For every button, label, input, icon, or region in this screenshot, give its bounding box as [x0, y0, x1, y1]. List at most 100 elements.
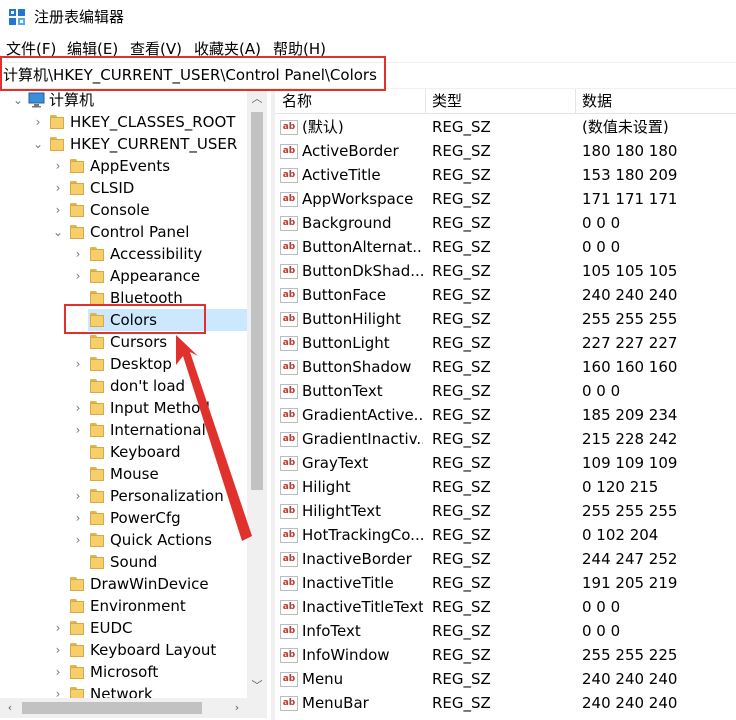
column-header-type[interactable]: 类型 [432, 89, 462, 113]
chevron-right-icon[interactable] [72, 375, 84, 397]
tree-item[interactable]: › International [0, 419, 247, 441]
tree-item[interactable]: › Desktop [0, 353, 247, 375]
chevron-right-icon[interactable]: › [72, 243, 84, 265]
value-data: 0 102 204 [582, 526, 659, 544]
value-row[interactable]: ab ButtonHilight REG_SZ 255 255 255 [275, 307, 736, 331]
value-row[interactable]: ab ButtonDkShad... REG_SZ 105 105 105 [275, 259, 736, 283]
value-data: 191 205 219 [582, 574, 678, 592]
chevron-right-icon[interactable]: › [72, 507, 84, 529]
value-row[interactable]: ab Hilight REG_SZ 0 120 215 [275, 475, 736, 499]
tree-scroll-thumb[interactable] [251, 112, 263, 490]
chevron-right-icon[interactable]: › [32, 111, 44, 133]
tree-item[interactable]: › EUDC [0, 617, 247, 639]
chevron-right-icon[interactable]: › [72, 529, 84, 551]
values-list-pane[interactable]: 名称 类型 数据 ab (默认) REG_SZ (数值未设置) ab ActiveBord… [275, 89, 736, 720]
value-row[interactable]: ab HotTrackingCo... REG_SZ 0 102 204 [275, 523, 736, 547]
string-value-icon: ab [280, 600, 298, 615]
tree-item[interactable]: › PowerCfg [0, 507, 247, 529]
chevron-right-icon[interactable]: › [52, 177, 64, 199]
tree-item[interactable]: ⌄ HKEY_CURRENT_USER [0, 133, 247, 155]
column-divider[interactable] [425, 89, 426, 113]
tree-item[interactable]: › Appearance [0, 265, 247, 287]
column-divider[interactable] [575, 89, 576, 113]
value-row[interactable]: ab MenuBar REG_SZ 240 240 240 [275, 691, 736, 715]
chevron-right-icon[interactable]: › [52, 199, 64, 221]
value-row[interactable]: ab (默认) REG_SZ (数值未设置) [275, 115, 736, 139]
chevron-right-icon[interactable] [52, 595, 64, 617]
tree-item[interactable]: › Keyboard Layout [0, 639, 247, 661]
chevron-right-icon[interactable] [72, 331, 84, 353]
chevron-down-icon[interactable]: ⌄ [52, 221, 64, 243]
chevron-right-icon[interactable]: › [72, 397, 84, 419]
tree-item[interactable]: ⌄ Control Panel [0, 221, 247, 243]
tree-item[interactable]: › Accessibility [0, 243, 247, 265]
folder-icon [70, 159, 84, 173]
value-row[interactable]: ab AppWorkspace REG_SZ 171 171 171 [275, 187, 736, 211]
chevron-right-icon[interactable] [72, 551, 84, 573]
value-row[interactable]: ab InactiveBorder REG_SZ 244 247 252 [275, 547, 736, 571]
column-header-data[interactable]: 数据 [582, 89, 612, 113]
chevron-right-icon[interactable]: › [72, 419, 84, 441]
tree-item[interactable]: › AppEvents [0, 155, 247, 177]
tree-item[interactable]: Keyboard [0, 441, 247, 463]
value-row[interactable]: ab InactiveTitleText REG_SZ 0 0 0 [275, 595, 736, 619]
chevron-right-icon[interactable]: › [72, 485, 84, 507]
folder-icon [90, 269, 104, 283]
string-value-icon: ab [280, 360, 298, 375]
value-row[interactable]: ab GrayText REG_SZ 109 109 109 [275, 451, 736, 475]
key-tree-pane[interactable]: ⌄ 计算机 › HKEY_CLASSES_ROOT ⌄ HKEY_CURRENT_US… [0, 89, 271, 720]
value-row[interactable]: ab ButtonFace REG_SZ 240 240 240 [275, 283, 736, 307]
column-header-name[interactable]: 名称 [282, 89, 312, 113]
value-row[interactable]: ab ActiveTitle REG_SZ 153 180 209 [275, 163, 736, 187]
value-row[interactable]: ab Background REG_SZ 0 0 0 [275, 211, 736, 235]
tree-item[interactable]: › Console [0, 199, 247, 221]
value-row[interactable]: ab Menu REG_SZ 240 240 240 [275, 667, 736, 691]
value-row[interactable]: ab InfoText REG_SZ 0 0 0 [275, 619, 736, 643]
scroll-up-icon[interactable]: ︿ [247, 89, 267, 109]
chevron-right-icon[interactable]: › [52, 617, 64, 639]
tree-item[interactable]: don't load [0, 375, 247, 397]
value-name: InactiveBorder [302, 550, 412, 568]
tree-item[interactable]: › Personalization [0, 485, 247, 507]
tree-item[interactable]: Environment [0, 595, 247, 617]
chevron-right-icon[interactable]: › [72, 265, 84, 287]
chevron-right-icon[interactable]: › [52, 155, 64, 177]
tree-item[interactable]: Cursors [0, 331, 247, 353]
value-row[interactable]: ab ButtonText REG_SZ 0 0 0 [275, 379, 736, 403]
value-row[interactable]: ab InactiveTitle REG_SZ 191 205 219 [275, 571, 736, 595]
string-value-icon: ab [280, 288, 298, 303]
chevron-right-icon[interactable] [52, 573, 64, 595]
string-value-icon: ab [280, 144, 298, 159]
tree-item-label: Accessibility [110, 245, 203, 263]
tree-item[interactable]: Mouse [0, 463, 247, 485]
value-row[interactable]: ab ButtonLight REG_SZ 227 227 227 [275, 331, 736, 355]
chevron-right-icon[interactable] [72, 463, 84, 485]
value-row[interactable]: ab InfoWindow REG_SZ 255 255 225 [275, 643, 736, 667]
chevron-right-icon[interactable]: › [72, 353, 84, 375]
tree-item[interactable]: › Input Method [0, 397, 247, 419]
scroll-right-icon[interactable]: › [227, 698, 247, 718]
chevron-down-icon[interactable]: ⌄ [32, 133, 44, 155]
value-row[interactable]: ab GradientActive... REG_SZ 185 209 234 [275, 403, 736, 427]
tree-item[interactable]: › Microsoft [0, 661, 247, 683]
chevron-right-icon[interactable] [72, 441, 84, 463]
scroll-down-icon[interactable]: ﹀ [247, 676, 267, 696]
chevron-right-icon[interactable]: › [52, 639, 64, 661]
value-row[interactable]: ab HilightText REG_SZ 255 255 255 [275, 499, 736, 523]
value-row[interactable]: ab GradientInactiv... REG_SZ 215 228 242 [275, 427, 736, 451]
string-value-icon: ab [280, 240, 298, 255]
tree-root-computer[interactable]: ⌄ 计算机 [0, 89, 247, 111]
chevron-right-icon[interactable]: › [52, 661, 64, 683]
chevron-down-icon[interactable]: ⌄ [12, 89, 24, 111]
scroll-left-icon[interactable]: ‹ [0, 698, 20, 718]
tree-item[interactable]: › Quick Actions [0, 529, 247, 551]
value-row[interactable]: ab ButtonShadow REG_SZ 160 160 160 [275, 355, 736, 379]
value-row[interactable]: ab ActiveBorder REG_SZ 180 180 180 [275, 139, 736, 163]
tree-hscroll-thumb[interactable] [22, 702, 202, 714]
tree-item[interactable]: › CLSID [0, 177, 247, 199]
tree-item[interactable]: › HKEY_CLASSES_ROOT [0, 111, 247, 133]
value-row[interactable]: ab ButtonAlternat... REG_SZ 0 0 0 [275, 235, 736, 259]
tree-item[interactable]: Sound [0, 551, 247, 573]
tree-item[interactable]: DrawWinDevice [0, 573, 247, 595]
list-header: 名称 类型 数据 [275, 89, 736, 114]
